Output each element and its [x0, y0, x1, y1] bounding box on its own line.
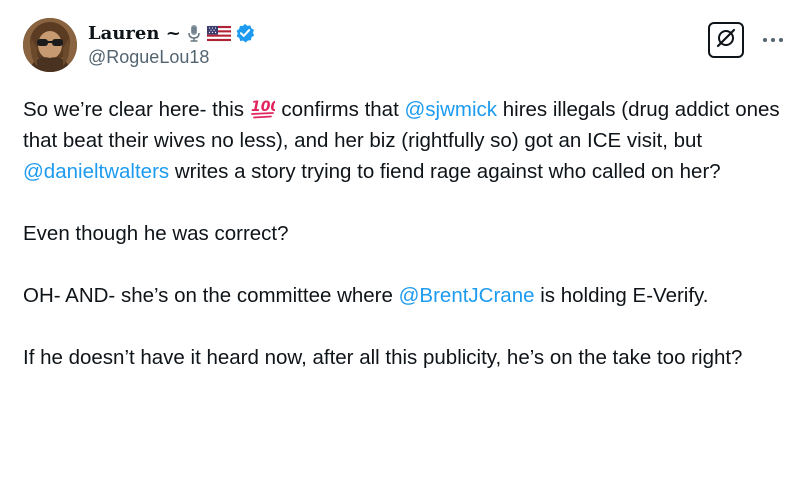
author-display-name[interactable]: Lauren ~: [88, 23, 181, 44]
microphone-icon: [185, 24, 203, 42]
more-options-button[interactable]: [756, 26, 790, 54]
tweet-paragraph-3: OH- AND- she’s on the committee where @B…: [23, 280, 793, 311]
mention-link-brentjcrane[interactable]: @BrentJCrane: [399, 284, 535, 307]
mention-link-danieltwalters[interactable]: @danieltwalters: [23, 160, 169, 183]
grok-button[interactable]: [708, 22, 744, 58]
text-segment: OH- AND- she’s on the committee where: [23, 284, 399, 307]
hundred-points-icon: 100: [251, 97, 280, 119]
text-segment: writes a story trying to fiend rage agai…: [169, 160, 721, 183]
text-segment: So we’re clear here- this: [23, 98, 250, 121]
grok-icon: [715, 27, 737, 54]
tweet-paragraph-4: If he doesn’t have it heard now, after a…: [23, 346, 743, 369]
tweet-paragraph-1: So we’re clear here- this 100 confirms t…: [23, 94, 793, 187]
more-icon: [762, 31, 784, 49]
text-segment: is holding E-Verify.: [534, 284, 709, 307]
verified-badge-icon[interactable]: [235, 23, 255, 43]
author-handle[interactable]: @RogueLou18: [88, 47, 209, 68]
tweet-paragraph-2: Even though he was correct?: [23, 222, 289, 245]
tweet-text: So we’re clear here- this 100 confirms t…: [23, 94, 793, 373]
tweet-card: Lauren ~ @RogueLou18 So we’re clear here…: [0, 0, 811, 483]
text-segment: confirms that: [275, 98, 405, 121]
avatar[interactable]: [23, 18, 77, 72]
us-flag-icon: [206, 24, 232, 42]
author-name-row: Lauren ~: [88, 20, 255, 46]
mention-link-sjwmick[interactable]: @sjwmick: [404, 98, 497, 121]
